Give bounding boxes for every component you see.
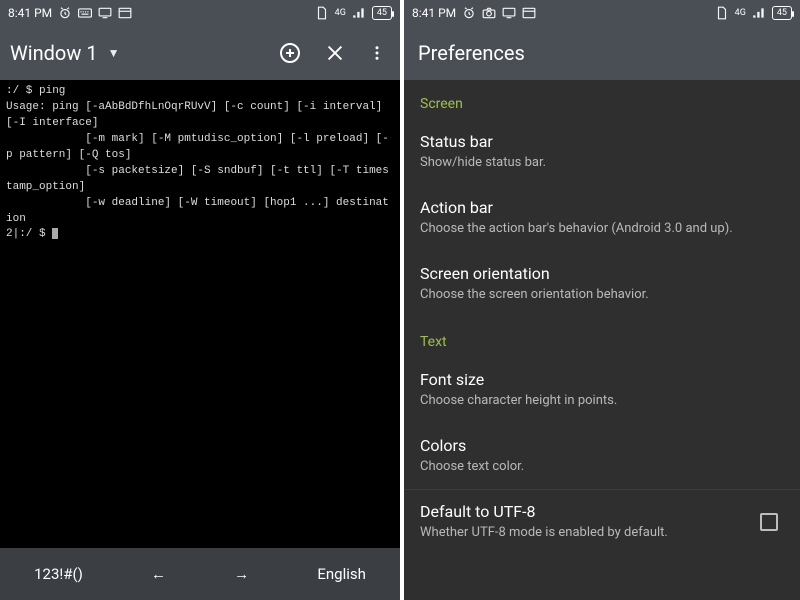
- arrow-left-key[interactable]: ←: [141, 559, 176, 589]
- pref-title: Font size: [420, 370, 784, 389]
- window-icon: [522, 6, 536, 20]
- chevron-down-icon: ▼: [108, 46, 120, 60]
- pref-subtitle: Whether UTF-8 mode is enabled by default…: [420, 525, 668, 542]
- pref-title: Status bar: [420, 132, 784, 151]
- signal-icon: [352, 6, 366, 20]
- pref-subtitle: Choose the screen orientation behavior.: [420, 287, 784, 304]
- screen-icon: [502, 6, 516, 20]
- clock-text: 8:41 PM: [412, 6, 456, 20]
- sim-icon: [715, 6, 729, 20]
- preferences-pane: 8:41 PM 4G: [400, 0, 800, 600]
- status-bar: 8:41 PM 4G: [404, 0, 800, 26]
- camera-icon: [482, 6, 496, 20]
- pref-colors[interactable]: Colors Choose text color.: [404, 424, 800, 490]
- pref-subtitle: Choose text color.: [420, 459, 784, 476]
- status-bar: 8:41 PM 4G: [0, 0, 400, 26]
- pref-screen-orientation[interactable]: Screen orientation Choose the screen ori…: [404, 252, 800, 318]
- pref-subtitle: Show/hide status bar.: [420, 155, 784, 172]
- terminal-line: :/ $ ping: [6, 85, 65, 97]
- section-screen: Screen: [404, 80, 800, 120]
- pref-title: Default to UTF-8: [420, 502, 668, 521]
- window-label: Window 1: [10, 41, 98, 65]
- cursor-icon: [52, 228, 58, 239]
- section-text: Text: [404, 318, 800, 358]
- arrow-right-key[interactable]: →: [224, 559, 259, 589]
- pref-default-utf8[interactable]: Default to UTF-8 Whether UTF-8 mode is e…: [404, 490, 800, 556]
- network-label: 4G: [735, 9, 746, 18]
- language-key[interactable]: English: [307, 559, 376, 589]
- network-label: 4G: [335, 9, 346, 18]
- keyboard-suggestion-bar: 123!#() ← → English: [0, 548, 400, 600]
- alarm-icon: [462, 6, 476, 20]
- symbols-key[interactable]: 123!#(): [24, 559, 93, 589]
- keyboard-icon: [78, 6, 92, 20]
- pref-subtitle: Choose the action bar's behavior (Androi…: [420, 221, 784, 238]
- terminal-line: [-w deadline] [-W timeout] [hop1 ...] de…: [6, 197, 389, 225]
- terminal-app-bar: Window 1 ▼: [0, 26, 400, 80]
- signal-icon: [752, 6, 766, 20]
- screen-icon: [98, 6, 112, 20]
- preferences-title: Preferences: [404, 26, 800, 80]
- sim-icon: [315, 6, 329, 20]
- terminal-line: [-m mark] [-M pmtudisc_option] [-l prelo…: [6, 133, 389, 161]
- add-window-button[interactable]: [278, 41, 302, 65]
- pref-title: Screen orientation: [420, 264, 784, 283]
- terminal-line: Usage: ping [-aAbBdDfhLnOqrRUvV] [-c cou…: [6, 101, 389, 129]
- pref-action-bar[interactable]: Action bar Choose the action bar's behav…: [404, 186, 800, 252]
- terminal-pane: 8:41 PM 4G: [0, 0, 400, 600]
- battery-indicator: 45: [372, 6, 392, 20]
- window-selector[interactable]: Window 1 ▼: [10, 41, 119, 65]
- pref-status-bar[interactable]: Status bar Show/hide status bar.: [404, 120, 800, 186]
- alarm-icon: [58, 6, 72, 20]
- pref-title: Colors: [420, 436, 784, 455]
- terminal-line: 2|:/ $: [6, 228, 52, 240]
- preferences-list[interactable]: Screen Status bar Show/hide status bar. …: [404, 80, 800, 600]
- clock-text: 8:41 PM: [8, 6, 52, 20]
- window-icon: [118, 6, 132, 20]
- close-window-button[interactable]: [324, 42, 346, 64]
- utf8-checkbox[interactable]: [760, 513, 778, 531]
- pref-subtitle: Choose character height in points.: [420, 393, 784, 410]
- overflow-menu-button[interactable]: [368, 42, 386, 64]
- terminal-output[interactable]: :/ $ ping Usage: ping [-aAbBdDfhLnOqrRUv…: [0, 80, 400, 548]
- pref-title: Action bar: [420, 198, 784, 217]
- pref-font-size[interactable]: Font size Choose character height in poi…: [404, 358, 800, 424]
- terminal-line: [-s packetsize] [-S sndbuf] [-t ttl] [-T…: [6, 165, 389, 193]
- battery-indicator: 45: [772, 6, 792, 20]
